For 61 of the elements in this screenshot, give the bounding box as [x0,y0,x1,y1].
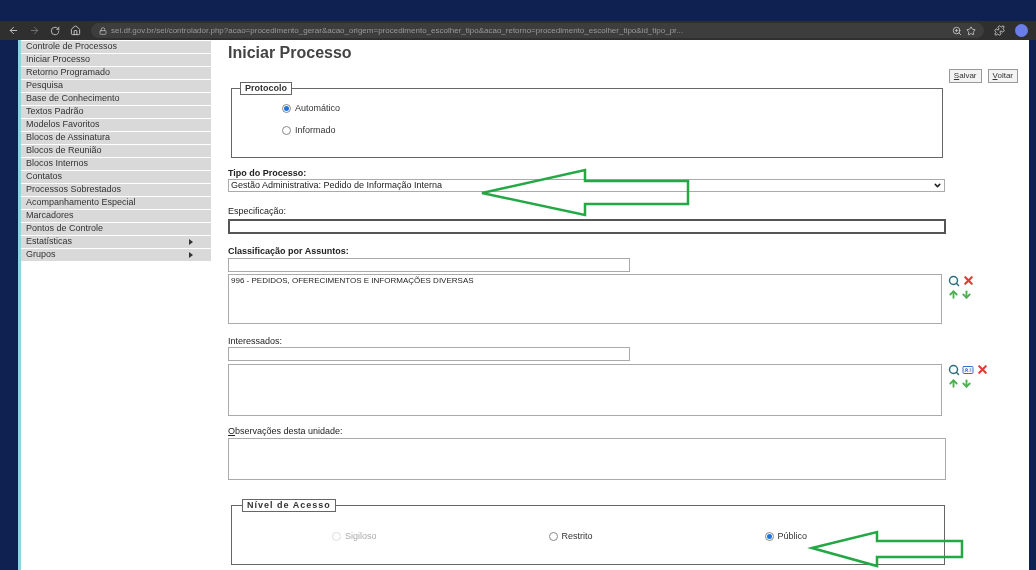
field-label: Tipo do Processo: [228,168,308,179]
search-icon[interactable] [948,274,960,287]
page-title: Iniciar Processo [228,43,352,63]
sidebar-item[interactable]: Retorno Programado [21,67,211,80]
submenu-arrow-icon [189,252,193,258]
sidebar-item[interactable]: Controle de Processos [21,41,211,54]
sidebar-item[interactable]: Pesquisa [21,80,211,93]
sidebar-item[interactable]: Estatísticas [21,236,211,249]
lock-icon [99,26,107,35]
radio-option[interactable]: Informado [282,123,932,137]
remove-icon[interactable] [962,274,975,287]
field-label: Interessados: [228,336,284,347]
profile-avatar[interactable] [1015,24,1028,37]
sidebar-item[interactable]: Blocos de Reunião [21,145,211,158]
bookmark-icon[interactable] [966,25,976,36]
field-label: Observações desta unidade: [228,426,344,437]
move-up-icon[interactable] [948,289,959,300]
sidebar-item[interactable]: Marcadores [21,210,211,223]
home-icon[interactable] [70,25,81,36]
move-down-icon[interactable] [961,378,972,389]
interested-search-field[interactable] [228,347,630,361]
field-label: Classificação por Assuntos: [228,246,350,257]
process-type-select[interactable]: Gestão Administrativa: Pedido de Informação Interna [228,179,945,192]
form-button[interactable]: Voltar [987,69,1018,83]
radio-option[interactable]: Automático [282,102,932,116]
radio-option[interactable]: Público [764,530,808,544]
sidebar-item[interactable]: Textos Padrão [21,106,211,119]
field-label: Especificação: [228,206,288,217]
sidebar-item[interactable]: Contatos [21,171,211,184]
remove-icon[interactable] [976,363,989,376]
address-bar[interactable]: sei.df.gov.br/sei/controlador.php?acao=procedimento_gerar&acao_origem=procedimento_escolher_tipo&acao_retorno=procedimento_escolher_tipo&id_tipo_pr... [91,23,984,38]
subject-list-item[interactable]: 996 - PEDIDOS, OFERECIMENTOS E INFORMAÇÕES DIVERSAS [231,275,939,287]
reload-icon[interactable] [50,25,60,36]
sidebar-item[interactable]: Base de Conhecimento [21,93,211,106]
sidebar-item[interactable]: Modelos Favoritos [21,119,211,132]
move-up-icon[interactable] [948,378,959,389]
fieldset-legend: Protocolo [240,82,292,95]
sidebar-item[interactable]: Iniciar Processo [21,54,211,67]
move-down-icon[interactable] [961,289,972,300]
search-icon[interactable] [948,363,960,376]
back-icon[interactable] [8,25,19,36]
sidebar-item[interactable]: Blocos de Assinatura [21,132,211,145]
radio-option[interactable]: Restrito [548,530,593,544]
subject-list[interactable]: 996 - PEDIDOS, OFERECIMENTOS E INFORMAÇÕES DIVERSAS [228,274,942,324]
submenu-arrow-icon [189,239,193,245]
interested-list[interactable] [228,364,942,416]
contact-card-icon[interactable] [962,363,974,376]
notes-field[interactable] [228,438,946,480]
dropdown-caret-icon [933,181,942,190]
specification-field[interactable] [228,219,946,234]
subject-search-field[interactable] [228,258,630,272]
sidebar-item[interactable]: Acompanhamento Especial [21,197,211,210]
sidebar-item[interactable]: Blocos Internos [21,158,211,171]
sidebar-item[interactable]: Processos Sobrestados [21,184,211,197]
sidebar-item[interactable]: Grupos [21,249,211,262]
form-button[interactable]: Salvar [948,69,982,83]
fieldset-legend: Nível de Acesso [242,499,336,512]
sidebar-item[interactable]: Pontos de Controle [21,223,211,236]
forward-icon[interactable] [29,25,40,36]
extensions-icon[interactable] [994,25,1005,36]
zoom-icon[interactable] [952,25,962,36]
